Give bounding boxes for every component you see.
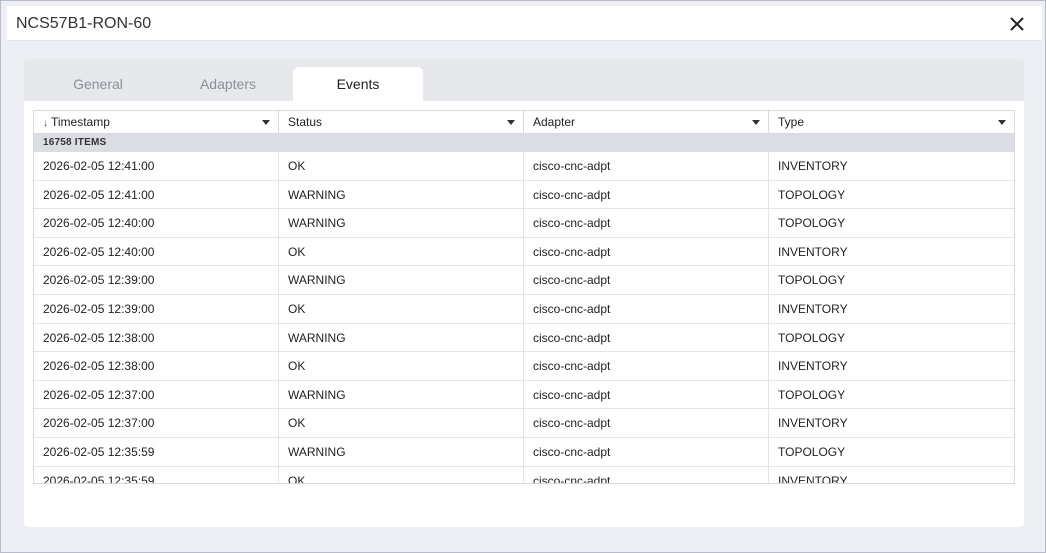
table-row[interactable]: 2026-02-05 12:37:00 WARNING cisco-cnc-adpt… <box>34 380 1014 410</box>
tab-bar: General Adapters Events <box>24 59 1024 101</box>
cell-status: WARNING <box>279 380 524 409</box>
cell-status: WARNING <box>279 180 524 209</box>
cell-timestamp: 2026-02-05 12:39:00 <box>34 294 279 323</box>
cell-status: WARNING <box>279 323 524 352</box>
cell-type: TOPOLOGY <box>778 387 846 402</box>
item-count: 16758 ITEMS <box>34 134 1014 152</box>
caret-down-icon[interactable] <box>507 120 515 125</box>
cell-timestamp: 2026-02-05 12:40:00 <box>34 209 279 238</box>
cell-timestamp: 2026-02-05 12:35:59 <box>34 466 279 483</box>
cell-type: TOPOLOGY <box>778 273 846 288</box>
cell-type: TOPOLOGY <box>778 187 846 202</box>
column-header-adapter[interactable]: Adapter <box>524 111 769 134</box>
cell-adapter: cisco-cnc-adpt <box>524 209 769 238</box>
table-row[interactable]: 2026-02-05 12:41:00 OK cisco-cnc-adpt INVEN… <box>34 152 1014 181</box>
column-label: Type <box>778 115 805 129</box>
cell-type: INVENTORY <box>778 244 848 259</box>
cell-type: INVENTORY <box>778 301 848 316</box>
cell-adapter: cisco-cnc-adpt <box>524 323 769 352</box>
column-header-timestamp[interactable]: ↓ Timestamp <box>34 111 279 134</box>
cell-adapter: cisco-cnc-adpt <box>524 266 769 295</box>
cell-type: TOPOLOGY <box>778 330 846 345</box>
cell-timestamp: 2026-02-05 12:38:00 <box>34 323 279 352</box>
cell-status: WARNING <box>279 209 524 238</box>
cell-status: WARNING <box>279 437 524 466</box>
cell-status: OK <box>279 352 524 381</box>
cell-type: INVENTORY <box>778 359 848 374</box>
cell-adapter: cisco-cnc-adpt <box>524 237 769 266</box>
grid-body: 2026-02-05 12:41:00 OK cisco-cnc-adpt INVEN… <box>34 152 1014 484</box>
close-icon[interactable] <box>1006 13 1028 35</box>
column-label: Timestamp <box>51 115 110 129</box>
modal-header: NCS57B1-RON-60 <box>7 6 1042 41</box>
caret-down-icon[interactable] <box>752 120 760 125</box>
cell-status: OK <box>279 152 524 180</box>
cell-timestamp: 2026-02-05 12:37:00 <box>34 380 279 409</box>
cell-status: OK <box>279 237 524 266</box>
table-row[interactable]: 2026-02-05 12:38:00 OK cisco-cnc-adpt INVEN… <box>34 352 1014 381</box>
table-row[interactable]: 2026-02-05 12:41:00 WARNING cisco-cnc-adpt… <box>34 180 1014 210</box>
column-header-status[interactable]: Status <box>279 111 524 134</box>
cell-timestamp: 2026-02-05 12:40:00 <box>34 237 279 266</box>
table-row[interactable]: 2026-02-05 12:35:59 OK cisco-cnc-adpt INVEN… <box>34 466 1014 484</box>
tab-events[interactable]: Events <box>293 67 423 101</box>
cell-adapter: cisco-cnc-adpt <box>524 180 769 209</box>
cell-timestamp: 2026-02-05 12:39:00 <box>34 266 279 295</box>
cell-type: INVENTORY <box>778 159 848 173</box>
cell-timestamp: 2026-02-05 12:41:00 <box>34 152 279 180</box>
modal-window: NCS57B1-RON-60 General Adapters Events ↓… <box>0 0 1046 553</box>
column-header-type[interactable]: Type <box>769 111 1014 134</box>
tab-adapters[interactable]: Adapters <box>163 67 293 101</box>
table-row[interactable]: 2026-02-05 12:35:59 WARNING cisco-cnc-adpt… <box>34 437 1014 467</box>
arrow-down-icon: ↓ <box>43 118 48 129</box>
cell-status: OK <box>279 409 524 438</box>
cell-adapter: cisco-cnc-adpt <box>524 437 769 466</box>
events-grid: ↓ Timestamp Status Adapter Type 16758 ITE… <box>33 110 1015 484</box>
cell-status: WARNING <box>279 266 524 295</box>
table-row[interactable]: 2026-02-05 12:39:00 WARNING cisco-cnc-adpt… <box>34 266 1014 295</box>
cell-status: OK <box>279 294 524 323</box>
cell-type: TOPOLOGY <box>778 216 846 231</box>
cell-adapter: cisco-cnc-adpt <box>524 152 769 180</box>
cell-type: TOPOLOGY <box>778 444 846 459</box>
cell-adapter: cisco-cnc-adpt <box>524 380 769 409</box>
cell-adapter: cisco-cnc-adpt <box>524 294 769 323</box>
cell-status: OK <box>279 466 524 483</box>
caret-down-icon[interactable] <box>998 120 1006 125</box>
cell-timestamp: 2026-02-05 12:38:00 <box>34 352 279 381</box>
column-label: Adapter <box>533 115 576 129</box>
grid-header: ↓ Timestamp Status Adapter Type <box>34 111 1014 134</box>
caret-down-icon[interactable] <box>262 120 270 125</box>
cell-adapter: cisco-cnc-adpt <box>524 466 769 483</box>
cell-timestamp: 2026-02-05 12:41:00 <box>34 180 279 209</box>
tab-general[interactable]: General <box>33 67 163 101</box>
table-row[interactable]: 2026-02-05 12:40:00 WARNING cisco-cnc-adpt… <box>34 209 1014 238</box>
cell-timestamp: 2026-02-05 12:35:59 <box>34 437 279 466</box>
table-row[interactable]: 2026-02-05 12:37:00 OK cisco-cnc-adpt INVEN… <box>34 409 1014 438</box>
cell-adapter: cisco-cnc-adpt <box>524 409 769 438</box>
modal-title: NCS57B1-RON-60 <box>16 15 152 32</box>
table-row[interactable]: 2026-02-05 12:38:00 WARNING cisco-cnc-adpt… <box>34 323 1014 353</box>
cell-timestamp: 2026-02-05 12:37:00 <box>34 409 279 438</box>
table-row[interactable]: 2026-02-05 12:39:00 OK cisco-cnc-adpt INVEN… <box>34 294 1014 324</box>
cell-type: INVENTORY <box>778 473 848 484</box>
column-label: Status <box>288 115 323 129</box>
table-row[interactable]: 2026-02-05 12:40:00 OK cisco-cnc-adpt INVEN… <box>34 237 1014 267</box>
content-card: General Adapters Events ↓ Timestamp Statu… <box>24 59 1024 527</box>
cell-adapter: cisco-cnc-adpt <box>524 352 769 381</box>
cell-type: INVENTORY <box>778 416 848 431</box>
